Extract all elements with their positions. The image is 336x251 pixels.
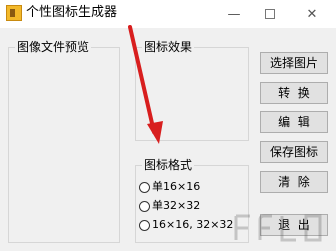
format-option-16[interactable]: 单16×16 bbox=[139, 180, 200, 194]
select-image-button[interactable]: 选择图片 bbox=[260, 52, 328, 74]
window-title: 个性图标生成器 bbox=[26, 5, 118, 20]
save-icon-button[interactable]: 保存图标 bbox=[260, 141, 328, 163]
format-option-32[interactable]: 单32×32 bbox=[139, 199, 200, 213]
image-preview-group: 图像文件预览 bbox=[8, 39, 120, 243]
format-option-label: 单16×16 bbox=[152, 180, 201, 193]
close-button[interactable]: ✕ bbox=[294, 0, 330, 28]
minimize-icon: — bbox=[227, 6, 241, 22]
radio-icon[interactable] bbox=[139, 219, 150, 231]
icon-format-title: 图标格式 bbox=[142, 157, 195, 173]
close-icon: ✕ bbox=[306, 6, 318, 22]
minimize-button[interactable]: — bbox=[216, 0, 252, 28]
icon-effect-title: 图标效果 bbox=[142, 39, 195, 55]
format-option-label: 16×16, 32×32 bbox=[152, 218, 234, 231]
radio-icon[interactable] bbox=[139, 200, 150, 212]
maximize-button[interactable] bbox=[252, 0, 288, 28]
watermark-logo bbox=[234, 214, 322, 242]
format-option-both[interactable]: 16×16, 32×32 bbox=[139, 218, 233, 232]
convert-button[interactable]: 转 换 bbox=[260, 82, 328, 104]
title-bar: 个性图标生成器 — ✕ bbox=[0, 0, 336, 28]
app-icon bbox=[6, 5, 22, 21]
format-option-label: 单32×32 bbox=[152, 199, 201, 212]
clear-button[interactable]: 清 除 bbox=[260, 171, 328, 193]
maximize-icon bbox=[265, 9, 275, 19]
radio-icon[interactable] bbox=[139, 181, 150, 193]
icon-effect-group: 图标效果 bbox=[135, 39, 249, 141]
edit-button[interactable]: 编 辑 bbox=[260, 111, 328, 133]
image-preview-title: 图像文件预览 bbox=[15, 39, 92, 55]
